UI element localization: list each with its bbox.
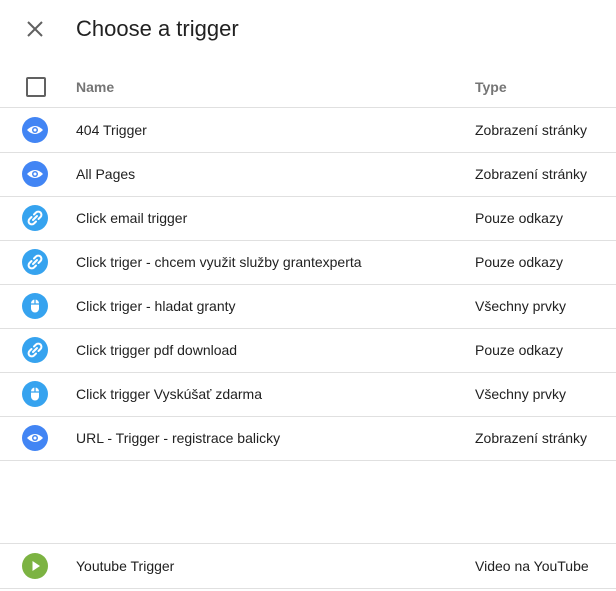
- trigger-type: Pouze odkazy: [475, 210, 563, 226]
- trigger-name: Youtube Trigger: [76, 558, 175, 574]
- eye-icon: [22, 117, 48, 143]
- select-all-checkbox[interactable]: [26, 77, 46, 97]
- trigger-type: Všechny prvky: [475, 386, 567, 402]
- trigger-type: Pouze odkazy: [475, 254, 563, 270]
- table-row[interactable]: Click triger - chcem využit služby grant…: [0, 240, 616, 285]
- play-icon: [22, 553, 48, 579]
- table-row[interactable]: Click triger - hladat granty Všechny prv…: [0, 284, 616, 329]
- trigger-type: Zobrazení stránky: [475, 430, 588, 446]
- trigger-type: Všechny prvky: [475, 298, 567, 314]
- link-icon: [22, 205, 48, 231]
- trigger-name: 404 Trigger: [76, 122, 147, 138]
- mouse-icon: [22, 381, 48, 407]
- table-row[interactable]: URL - Trigger - registrace balicky Zobra…: [0, 416, 616, 461]
- table-row[interactable]: Click email trigger Pouze odkazy: [0, 196, 616, 241]
- dialog-header: Choose a trigger: [0, 0, 616, 60]
- table-header: Name Type: [0, 64, 616, 108]
- trigger-name: Click trigger pdf download: [76, 342, 238, 358]
- table-row[interactable]: 404 Trigger Zobrazení stránky: [0, 108, 616, 153]
- dialog-title: Choose a trigger: [76, 16, 239, 41]
- trigger-name: Click trigger Vyskúšať zdarma: [76, 386, 263, 402]
- table-row[interactable]: Youtube Trigger Video na YouTube: [0, 543, 616, 589]
- mouse-icon: [22, 293, 48, 319]
- link-icon: [22, 337, 48, 363]
- table-row[interactable]: Click trigger pdf download Pouze odkazy: [0, 328, 616, 373]
- close-button[interactable]: [24, 18, 46, 40]
- trigger-name: All Pages: [76, 166, 136, 182]
- table-row[interactable]: All Pages Zobrazení stránky: [0, 152, 616, 197]
- eye-icon: [22, 161, 48, 187]
- trigger-type: Zobrazení stránky: [475, 122, 588, 138]
- link-icon: [22, 249, 48, 275]
- trigger-type: Pouze odkazy: [475, 342, 563, 358]
- column-header-name[interactable]: Name: [76, 79, 114, 95]
- column-header-type[interactable]: Type: [475, 79, 507, 95]
- trigger-name: Click triger - hladat granty: [76, 298, 236, 314]
- trigger-type: Zobrazení stránky: [475, 166, 588, 182]
- trigger-type: Video na YouTube: [475, 558, 589, 574]
- trigger-name: Click triger - chcem využit služby grant…: [76, 254, 362, 270]
- trigger-name: URL - Trigger - registrace balicky: [76, 430, 281, 446]
- close-icon[interactable]: [24, 18, 46, 40]
- table-row[interactable]: Click trigger Vyskúšať zdarma Všechny pr…: [0, 372, 616, 417]
- trigger-name: Click email trigger: [76, 210, 188, 226]
- eye-icon: [22, 425, 48, 451]
